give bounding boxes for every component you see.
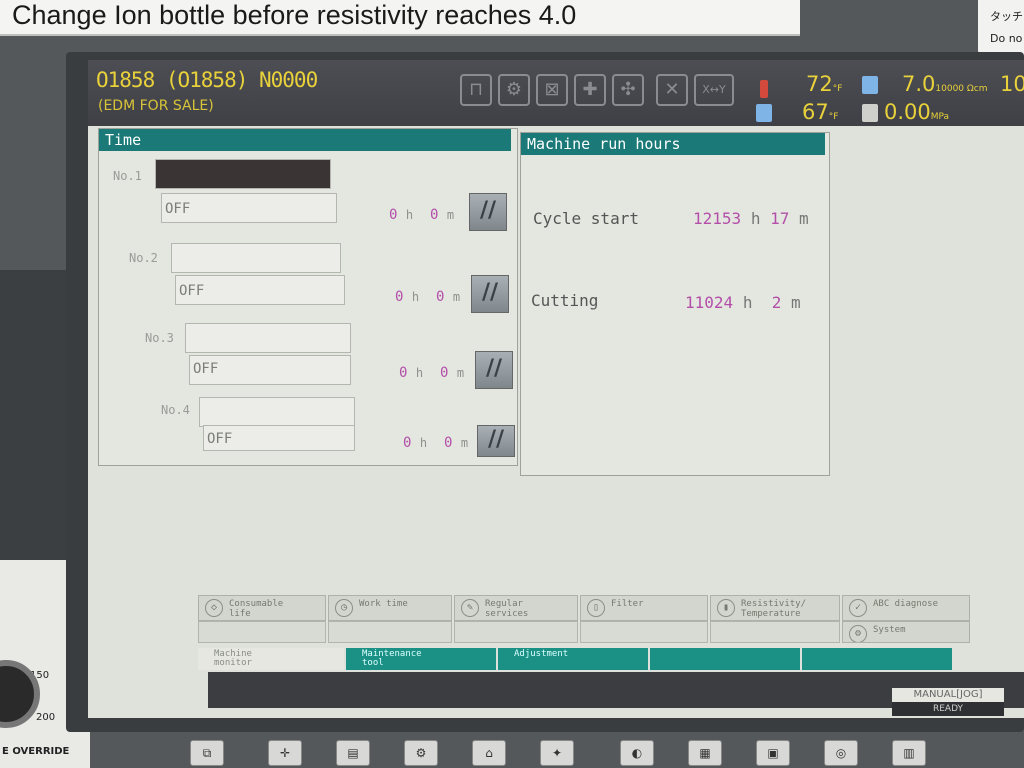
time-window: Time No.1 OFF 0 h 0 m // No.2 OFF 0 h 0 …	[98, 128, 518, 466]
xy-icon[interactable]: X↔Y	[694, 74, 734, 106]
hw-key-5[interactable]: ⌂	[472, 740, 506, 766]
cnc-screen: O1858 (O1858) N0000 (EDM FOR SALE) ⊓ ⚙ ⊠…	[88, 60, 1024, 718]
softkey-bar: ◇ Consumable life ◷ Work time ✎ Regular ser…	[198, 595, 1024, 655]
time-title: Time	[99, 129, 511, 151]
hardware-keys: ⧉ ✛ ▤ ⚙ ⌂ ✦ ◐ ▦ ▣ ◎ ▥	[190, 738, 1010, 768]
grid-icon[interactable]: ⊠	[536, 74, 568, 106]
tab-maintenance-tool[interactable]: Maintenance tool	[346, 648, 496, 670]
hw-key-9[interactable]: ▣	[756, 740, 790, 766]
timer-4-name[interactable]	[199, 397, 355, 427]
ready-indicator: READY	[892, 702, 1004, 716]
regular-services-button[interactable]: ✎ Regular services	[454, 595, 578, 621]
timer-1-label: No.1	[113, 169, 142, 183]
hw-key-11[interactable]: ▥	[892, 740, 926, 766]
tab-adjustment[interactable]: Adjustment	[498, 648, 648, 670]
temp-upper: 72°F	[806, 72, 843, 96]
softkey-empty-1[interactable]	[198, 621, 326, 643]
hw-key-7[interactable]: ◐	[620, 740, 654, 766]
pressure-value: 0.00MPa	[884, 100, 950, 124]
timer-1-name[interactable]	[155, 159, 331, 189]
tank-icon	[756, 104, 772, 122]
status-header: O1858 (O1858) N0000 (EDM FOR SALE) ⊓ ⚙ ⊠…	[88, 60, 1024, 126]
tab-machine-monitor[interactable]: Machine monitor	[198, 648, 344, 670]
warning-label: Change Ion bottle before resistivity rea…	[0, 0, 800, 36]
axis-icon[interactable]: ⊓	[460, 74, 492, 106]
timer-3-reset-button[interactable]: //	[475, 351, 513, 389]
timer-4-label: No.4	[161, 403, 190, 417]
cycle-start-value: 12153 h 17 m	[693, 209, 809, 228]
pressure-icon	[862, 104, 878, 122]
thermometer-small-icon: ▮	[717, 599, 735, 617]
program-name: (EDM FOR SALE)	[98, 98, 214, 114]
side-panel	[0, 270, 72, 560]
filter-icon: ▯	[587, 599, 605, 617]
hw-key-10[interactable]: ◎	[824, 740, 858, 766]
temp-lower: 67°F	[802, 100, 839, 124]
crosshair-icon[interactable]: ✣	[612, 74, 644, 106]
run-hours-window: Machine run hours Cycle start 12153 h 17…	[520, 132, 830, 476]
system-button[interactable]: ⚙ System	[842, 621, 970, 643]
work-time-button[interactable]: ◷ Work time	[328, 595, 452, 621]
cross-icon[interactable]: ✚	[574, 74, 606, 106]
tab-bar: Machine monitor Maintenance tool Adjustm…	[198, 648, 1024, 670]
softkey-empty-5[interactable]	[710, 621, 840, 643]
cutting-label: Cutting	[531, 291, 599, 310]
timer-2-time: 0 h 0 m	[395, 289, 461, 305]
mode-indicator: MANUAL[JOG]	[892, 688, 1004, 702]
timer-3-time: 0 h 0 m	[399, 365, 465, 381]
hw-key-8[interactable]: ▦	[688, 740, 722, 766]
resistivity-temperature-button[interactable]: ▮ Resistivity/ Temperature	[710, 595, 840, 621]
override-label: E OVERRIDE	[2, 746, 70, 757]
tab-empty-2[interactable]	[802, 648, 952, 670]
timer-1-time: 0 h 0 m	[389, 207, 455, 223]
resistivity-value: 7.010000 Ωcm	[902, 72, 988, 96]
timer-3-name[interactable]	[185, 323, 351, 353]
timer-4-reset-button[interactable]: //	[477, 425, 515, 457]
timer-3-label: No.3	[145, 331, 174, 345]
softkey-empty-4[interactable]	[580, 621, 708, 643]
run-hours-title: Machine run hours	[521, 133, 825, 155]
corner-sticker: タッチ Do no	[978, 0, 1024, 56]
cycle-start-label: Cycle start	[533, 209, 639, 228]
hw-key-4[interactable]: ⚙	[404, 740, 438, 766]
wire-icon[interactable]: ✕	[656, 74, 688, 106]
timer-4-time: 0 h 0 m	[403, 435, 469, 451]
consumable-icon: ◇	[205, 599, 223, 617]
abc-diagnose-button[interactable]: ✓ ABC diagnose	[842, 595, 970, 621]
hw-key-3[interactable]: ▤	[336, 740, 370, 766]
softkey-empty-3[interactable]	[454, 621, 578, 643]
system-icon: ⚙	[849, 625, 867, 642]
clock-icon: ◷	[335, 599, 353, 617]
hw-key-6[interactable]: ✦	[540, 740, 574, 766]
hw-key-2[interactable]: ✛	[268, 740, 302, 766]
timer-2-name[interactable]	[171, 243, 341, 273]
hw-key-1[interactable]: ⧉	[190, 740, 224, 766]
timer-2-reset-button[interactable]: //	[471, 275, 509, 313]
timer-1-reset-button[interactable]: //	[469, 193, 507, 231]
timer-2-label: No.2	[129, 251, 158, 265]
thermometer-icon	[760, 80, 768, 98]
gear-icon[interactable]: ⚙	[498, 74, 530, 106]
diagnose-icon: ✓	[849, 599, 867, 617]
consumable-life-button[interactable]: ◇ Consumable life	[198, 595, 326, 621]
extra-value: 10	[1000, 72, 1024, 96]
resistivity-icon	[862, 76, 878, 94]
tab-empty-1[interactable]	[650, 648, 800, 670]
wrench-icon: ✎	[461, 599, 479, 617]
cutting-value: 11024 h 2 m	[685, 293, 801, 312]
program-number: O1858 (O1858) N0000	[96, 68, 318, 92]
softkey-empty-2[interactable]	[328, 621, 452, 643]
filter-button[interactable]: ▯ Filter	[580, 595, 708, 621]
